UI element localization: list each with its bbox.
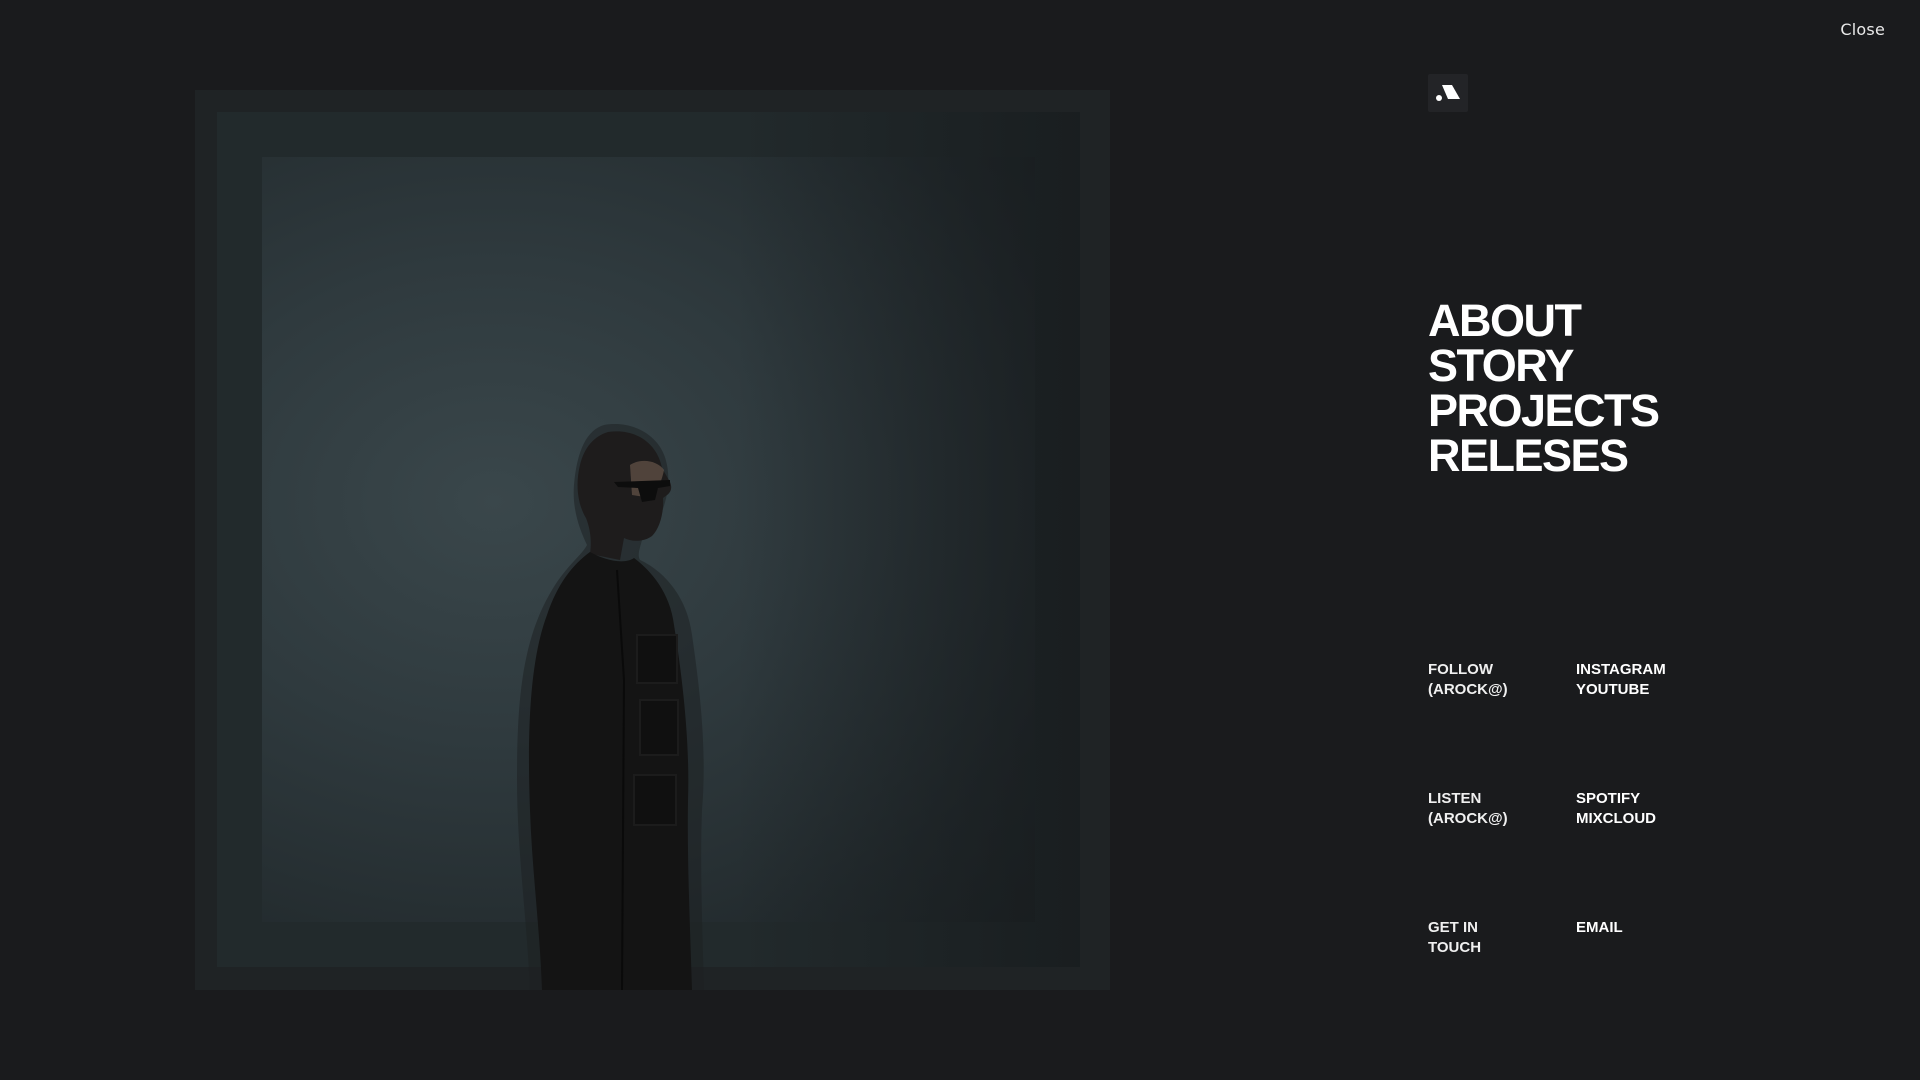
contact-label-line1: GET IN bbox=[1428, 919, 1479, 936]
brand-logo-icon[interactable] bbox=[1428, 74, 1468, 112]
youtube-link[interactable]: YOUTUBE bbox=[1576, 680, 1726, 700]
email-link[interactable]: EMAIL bbox=[1576, 918, 1726, 938]
nav-item-story[interactable]: STORY bbox=[1428, 343, 1659, 388]
main-nav: ABOUT STORY PROJECTS RELESES bbox=[1428, 298, 1660, 478]
listen-label-line1: LISTEN bbox=[1428, 790, 1482, 807]
nav-item-projects[interactable]: PROJECTS bbox=[1428, 388, 1660, 433]
person-silhouette bbox=[512, 420, 732, 990]
menu-overlay: Close ABOUT STORY PROJECTS RELESES FOLLO… bbox=[0, 0, 1920, 1080]
portrait-photo bbox=[195, 90, 1110, 990]
follow-label-line2: (AROCK@) bbox=[1428, 681, 1508, 698]
spotify-link[interactable]: SPOTIFY bbox=[1576, 789, 1726, 809]
contact-label-line2: TOUCH bbox=[1428, 939, 1482, 956]
mixcloud-link[interactable]: MIXCLOUD bbox=[1576, 809, 1726, 829]
listen-label-line2: (AROCK@) bbox=[1428, 810, 1508, 827]
follow-label: FOLLOW (AROCK@) bbox=[1428, 660, 1548, 700]
contact-links: EMAIL bbox=[1576, 918, 1726, 938]
close-button[interactable]: Close bbox=[1840, 20, 1885, 39]
nav-item-about[interactable]: ABOUT bbox=[1428, 298, 1659, 343]
follow-label-line1: FOLLOW bbox=[1428, 661, 1493, 678]
listen-links: SPOTIFY MIXCLOUD bbox=[1576, 789, 1726, 829]
follow-links: INSTAGRAM YOUTUBE bbox=[1576, 660, 1726, 700]
nav-item-releses[interactable]: RELESES bbox=[1428, 433, 1659, 478]
instagram-link[interactable]: INSTAGRAM bbox=[1576, 660, 1726, 680]
listen-label: LISTEN (AROCK@) bbox=[1428, 789, 1548, 829]
contact-label: GET IN TOUCH bbox=[1428, 918, 1548, 958]
